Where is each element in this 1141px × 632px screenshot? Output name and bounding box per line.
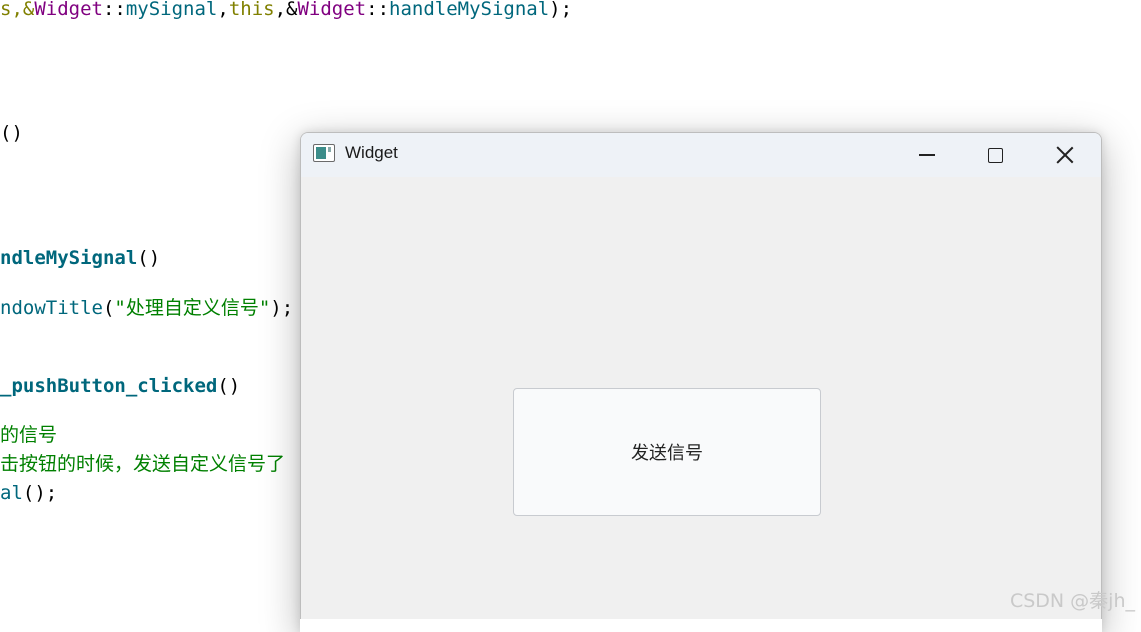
- code-token: Widget: [34, 0, 103, 20]
- maximize-button[interactable]: [961, 133, 1029, 177]
- code-line-constructor-end: (): [0, 121, 23, 145]
- close-icon: [1056, 146, 1074, 164]
- app-window-icon: [313, 144, 335, 162]
- send-signal-button[interactable]: 发送信号: [513, 388, 821, 516]
- code-token: this: [228, 0, 275, 20]
- code-token: s,&: [0, 0, 35, 20]
- code-token: );: [549, 0, 573, 20]
- code-token: (): [137, 247, 161, 269]
- minimize-button[interactable]: [893, 133, 961, 177]
- code-token: (): [217, 375, 241, 397]
- code-token: 击按钮的时候，发送自定义信号了: [0, 453, 286, 475]
- code-token: ,&: [274, 0, 298, 20]
- minimize-icon: [919, 154, 935, 156]
- code-line-emit: al();: [0, 481, 57, 505]
- code-token: Widget: [297, 0, 367, 20]
- code-line-set-title: ndowTitle("处理自定义信号");: [0, 296, 293, 320]
- maximize-icon: [987, 147, 1003, 163]
- window-title: Widget: [345, 143, 398, 162]
- code-token: (): [0, 122, 23, 144]
- code-line-comment-1: 的信号: [0, 423, 57, 447]
- code-token: );: [270, 297, 294, 319]
- widget-window[interactable]: Widget 发送信号: [300, 132, 1102, 619]
- code-token: ndowTitle: [0, 297, 103, 319]
- code-token: ::: [366, 0, 390, 20]
- code-line-slot-decl: _pushButton_clicked(): [0, 374, 240, 398]
- code-line-handler-decl: ndleMySignal(): [0, 246, 160, 270]
- code-token: ::: [102, 0, 126, 20]
- close-button[interactable]: [1031, 133, 1099, 177]
- code-token: mySignal: [125, 0, 218, 20]
- code-token: ndleMySignal: [0, 247, 138, 269]
- code-token: (: [102, 297, 115, 319]
- code-token: 的信号: [0, 424, 58, 446]
- code-token: _pushButton_clicked: [0, 375, 218, 397]
- code-token: ();: [22, 482, 58, 504]
- watermark: CSDN @秦jh_: [1009, 590, 1135, 612]
- code-token: "处理自定义信号": [114, 297, 271, 319]
- code-token: al: [0, 482, 23, 504]
- code-token: ,: [217, 0, 229, 20]
- code-line-comment-2: 击按钮的时候，发送自定义信号了: [0, 452, 285, 476]
- code-line-connect: s,&Widget::mySignal,this,&Widget::handle…: [0, 0, 572, 21]
- window-titlebar[interactable]: Widget: [301, 133, 1101, 177]
- code-token: handleMySignal: [389, 0, 550, 20]
